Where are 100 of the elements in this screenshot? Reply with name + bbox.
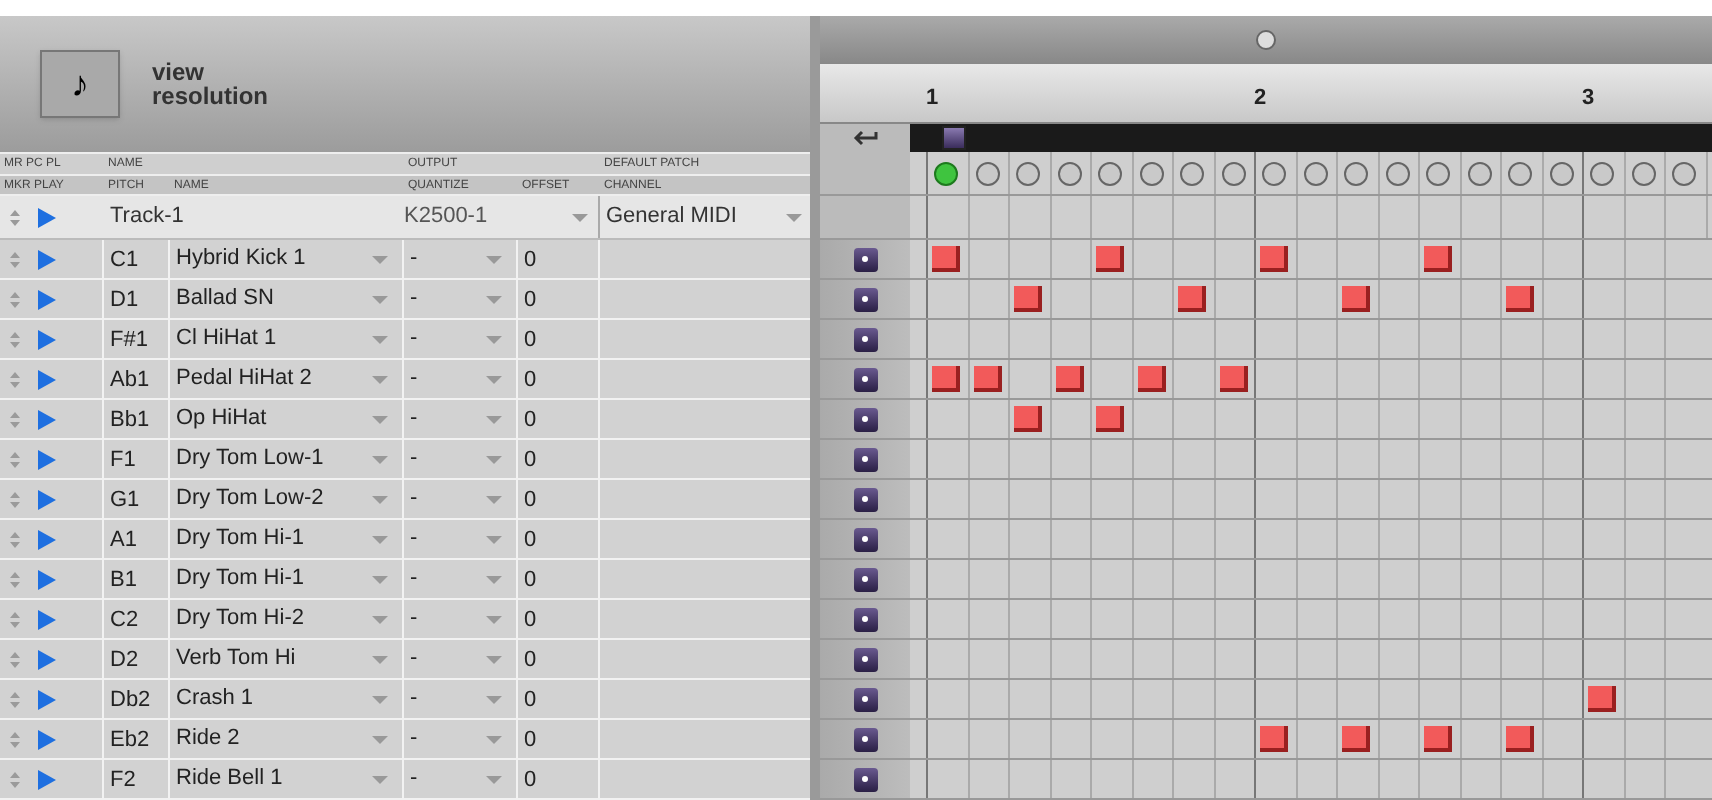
stepper-icon[interactable] — [8, 369, 24, 389]
stepper-icon[interactable] — [8, 729, 24, 749]
dropdown-icon[interactable] — [484, 371, 504, 387]
stepper-icon[interactable] — [8, 769, 24, 789]
dropdown-icon[interactable] — [484, 571, 504, 587]
note-block[interactable] — [1096, 246, 1124, 272]
preview-button[interactable] — [853, 247, 877, 271]
step-button[interactable] — [934, 162, 958, 186]
dropdown-icon[interactable] — [484, 651, 504, 667]
step-button[interactable] — [1098, 162, 1122, 186]
stepper-icon[interactable] — [8, 649, 24, 669]
preview-button[interactable] — [853, 727, 877, 751]
step-button[interactable] — [1344, 162, 1368, 186]
step-button[interactable] — [975, 162, 999, 186]
dropdown-icon[interactable] — [484, 291, 504, 307]
dropdown-icon[interactable] — [484, 491, 504, 507]
stepper-icon[interactable] — [8, 249, 24, 269]
step-button[interactable] — [1221, 162, 1245, 186]
step-button[interactable] — [1467, 162, 1491, 186]
playhead-marker[interactable] — [942, 126, 966, 150]
dropdown-icon[interactable] — [370, 371, 390, 387]
dropdown-icon[interactable] — [484, 251, 504, 267]
stepper-icon[interactable] — [8, 329, 24, 349]
dropdown-icon[interactable] — [484, 611, 504, 627]
note-block[interactable] — [1055, 366, 1083, 392]
note-block[interactable] — [1424, 246, 1452, 272]
dropdown-icon[interactable] — [784, 209, 804, 226]
dropdown-icon[interactable] — [370, 411, 390, 427]
dropdown-icon[interactable] — [484, 411, 504, 427]
preview-button[interactable] — [853, 607, 877, 631]
preview-button[interactable] — [853, 447, 877, 471]
note-button[interactable]: ♪ — [40, 50, 120, 119]
dropdown-icon[interactable] — [370, 491, 390, 507]
stepper-icon[interactable] — [8, 449, 24, 469]
dropdown-icon[interactable] — [484, 331, 504, 347]
dropdown-icon[interactable] — [570, 209, 590, 226]
stepper-icon[interactable] — [8, 689, 24, 709]
step-button[interactable] — [1016, 162, 1040, 186]
dropdown-icon[interactable] — [370, 771, 390, 787]
dropdown-icon[interactable] — [370, 251, 390, 267]
preview-button[interactable] — [853, 327, 877, 351]
dropdown-icon[interactable] — [484, 731, 504, 747]
stepper-icon[interactable] — [8, 609, 24, 629]
preview-button[interactable] — [853, 487, 877, 511]
preview-button[interactable] — [853, 647, 877, 671]
step-button[interactable] — [1631, 162, 1655, 186]
play-icon[interactable] — [36, 207, 56, 228]
dropdown-icon[interactable] — [370, 731, 390, 747]
dropdown-icon[interactable] — [370, 331, 390, 347]
dropdown-icon[interactable] — [484, 531, 504, 547]
note-block[interactable] — [1342, 286, 1370, 312]
step-button[interactable] — [1262, 162, 1286, 186]
dropdown-icon[interactable] — [484, 691, 504, 707]
dropdown-icon[interactable] — [370, 691, 390, 707]
step-button[interactable] — [1590, 162, 1614, 186]
preview-button[interactable] — [853, 567, 877, 591]
note-block[interactable] — [1424, 726, 1452, 752]
stepper-icon[interactable] — [8, 529, 24, 549]
note-block[interactable] — [1506, 726, 1534, 752]
note-block[interactable] — [1137, 366, 1165, 392]
preview-button[interactable] — [853, 287, 877, 311]
note-block[interactable] — [1342, 726, 1370, 752]
step-button[interactable] — [1672, 162, 1696, 186]
dropdown-icon[interactable] — [370, 291, 390, 307]
stepper-icon[interactable] — [8, 489, 24, 509]
step-button[interactable] — [1057, 162, 1081, 186]
stepper-icon[interactable] — [8, 289, 24, 309]
stepper-icon[interactable] — [8, 409, 24, 429]
preview-button[interactable] — [853, 527, 877, 551]
step-button[interactable] — [1385, 162, 1409, 186]
note-block[interactable] — [1219, 366, 1247, 392]
dropdown-icon[interactable] — [484, 771, 504, 787]
preview-button[interactable] — [853, 367, 877, 391]
stepper-icon[interactable] — [8, 569, 24, 589]
note-block[interactable] — [1260, 726, 1288, 752]
dropdown-icon[interactable] — [370, 611, 390, 627]
preview-button[interactable] — [853, 767, 877, 791]
step-button[interactable] — [1508, 162, 1532, 186]
dropdown-icon[interactable] — [370, 451, 390, 467]
note-block[interactable] — [973, 366, 1001, 392]
step-button[interactable] — [1426, 162, 1450, 186]
return-icon[interactable] — [851, 130, 879, 146]
dropdown-icon[interactable] — [370, 571, 390, 587]
dropdown-icon[interactable] — [370, 531, 390, 547]
preview-button[interactable] — [853, 407, 877, 431]
note-block[interactable] — [1014, 286, 1042, 312]
step-button[interactable] — [1549, 162, 1573, 186]
knob-icon[interactable] — [1256, 30, 1276, 50]
step-button[interactable] — [1139, 162, 1163, 186]
note-block[interactable] — [1178, 286, 1206, 312]
note-block[interactable] — [1096, 406, 1124, 432]
dropdown-icon[interactable] — [370, 651, 390, 667]
preview-button[interactable] — [853, 687, 877, 711]
note-block[interactable] — [1588, 686, 1616, 712]
note-block[interactable] — [1014, 406, 1042, 432]
note-block[interactable] — [1506, 286, 1534, 312]
splitter[interactable] — [810, 16, 820, 800]
dropdown-icon[interactable] — [484, 451, 504, 467]
note-block[interactable] — [932, 246, 960, 272]
step-button[interactable] — [1180, 162, 1204, 186]
